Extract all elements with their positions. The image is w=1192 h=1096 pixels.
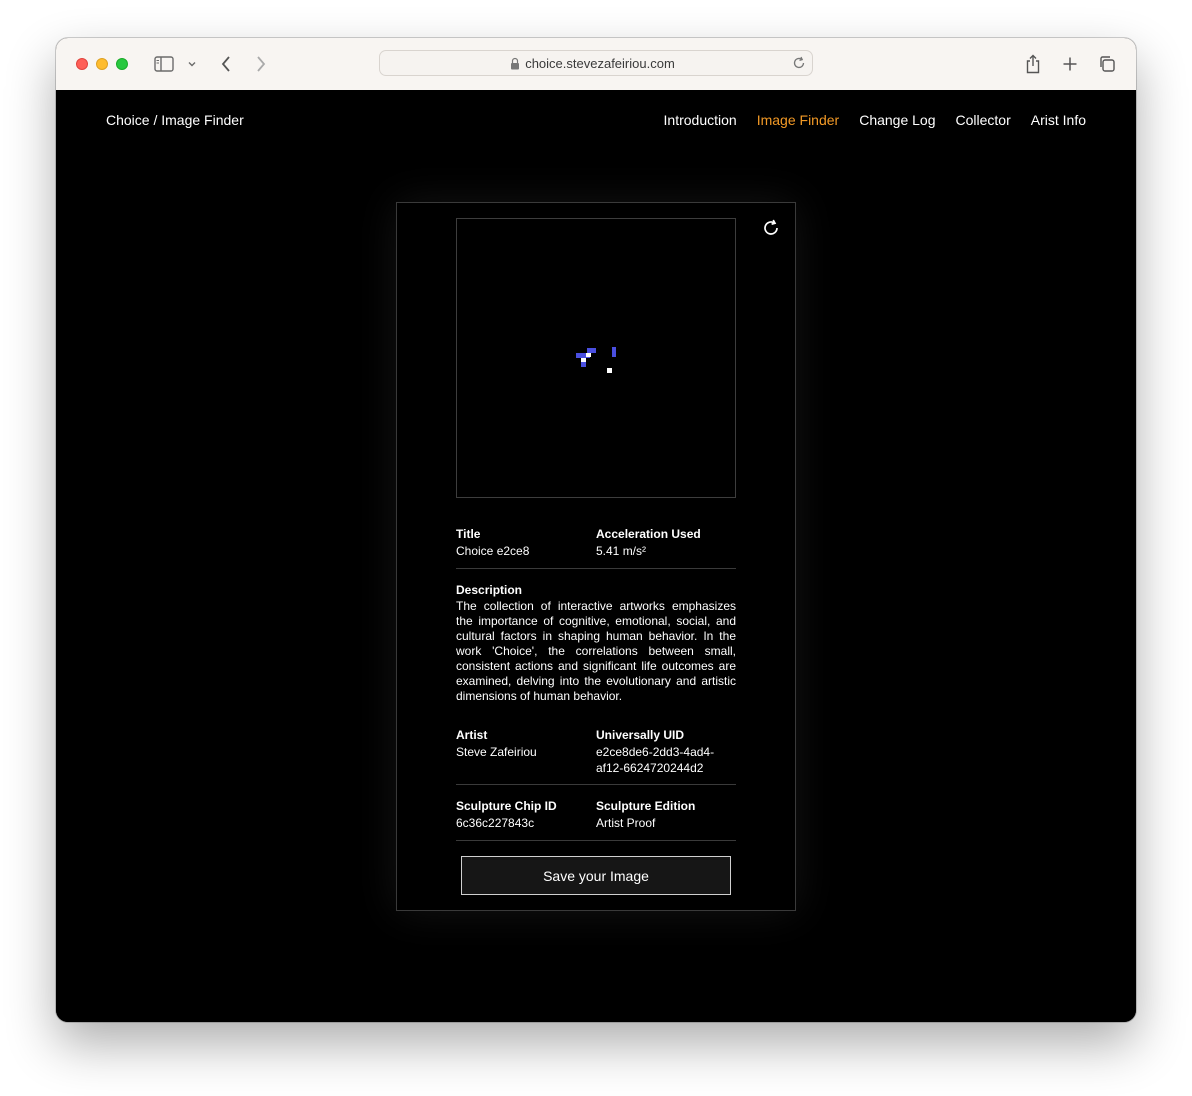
nav-collector[interactable]: Collector	[956, 112, 1011, 128]
save-image-button[interactable]: Save your Image	[461, 856, 731, 895]
uid-label: Universally UID	[596, 728, 685, 742]
browser-window: choice.stevezafeiriou.com Choice / Image…	[56, 38, 1136, 1022]
artwork-canvas	[456, 218, 736, 498]
divider	[456, 784, 736, 785]
divider	[456, 840, 736, 841]
artwork-pixel	[581, 358, 586, 362]
address-url: choice.stevezafeiriou.com	[525, 56, 675, 71]
artist-value: Steve Zafeiriou	[456, 745, 537, 759]
artwork-pixel	[607, 368, 612, 373]
address-bar[interactable]: choice.stevezafeiriou.com	[379, 50, 813, 76]
description-text: The collection of interactive artworks e…	[456, 599, 736, 703]
acceleration-label: Acceleration Used	[596, 527, 701, 541]
artwork-pixel	[586, 353, 591, 357]
reload-icon[interactable]	[792, 56, 806, 75]
edition-label: Sculpture Edition	[596, 799, 696, 813]
title-value: Choice e2ce8	[456, 544, 530, 558]
new-tab-icon[interactable]	[1060, 52, 1080, 76]
browser-toolbar: choice.stevezafeiriou.com	[56, 38, 1136, 91]
divider	[456, 568, 736, 569]
artist-uid-section: Artist Steve Zafeiriou Universally UID e…	[456, 726, 736, 776]
description-label: Description	[456, 583, 523, 597]
nav-artist-info[interactable]: Arist Info	[1031, 112, 1086, 128]
close-window-button[interactable]	[76, 58, 88, 70]
edition-value: Artist Proof	[596, 816, 656, 830]
title-label: Title	[456, 527, 481, 541]
main-nav: Introduction Image Finder Change Log Col…	[664, 112, 1086, 128]
minimize-window-button[interactable]	[96, 58, 108, 70]
chip-id-label: Sculpture Chip ID	[456, 799, 557, 813]
chip-id-value: 6c36c227843c	[456, 816, 535, 830]
uid-value-line1: e2ce8de6-2dd3-4ad4-	[596, 745, 715, 759]
artist-label: Artist	[456, 728, 488, 742]
nav-image-finder[interactable]: Image Finder	[757, 112, 839, 128]
sidebar-toggle-icon[interactable]	[152, 52, 176, 76]
site-title[interactable]: Choice / Image Finder	[106, 112, 244, 128]
artwork-pixel	[612, 347, 616, 357]
zoom-window-button[interactable]	[116, 58, 128, 70]
share-icon[interactable]	[1023, 52, 1043, 76]
chip-edition-section: Sculpture Chip ID 6c36c227843c Sculpture…	[456, 797, 736, 831]
forward-arrow-icon[interactable]	[251, 52, 271, 76]
title-accel-section: Title Choice e2ce8 Acceleration Used 5.4…	[456, 525, 736, 559]
chevron-down-icon[interactable]	[186, 52, 198, 76]
description-section: Description The collection of interactiv…	[456, 581, 736, 704]
artwork-card: Title Choice e2ce8 Acceleration Used 5.4…	[396, 202, 796, 911]
nav-introduction[interactable]: Introduction	[664, 112, 737, 128]
refresh-icon[interactable]	[761, 218, 781, 238]
tab-overview-icon[interactable]	[1097, 52, 1117, 76]
acceleration-value: 5.41 m/s²	[596, 544, 647, 558]
page-content: Choice / Image Finder Introduction Image…	[56, 90, 1136, 1022]
uid-value-line2: af12-6624720244d2	[596, 761, 704, 775]
back-arrow-icon[interactable]	[216, 52, 236, 76]
nav-change-log[interactable]: Change Log	[859, 112, 935, 128]
